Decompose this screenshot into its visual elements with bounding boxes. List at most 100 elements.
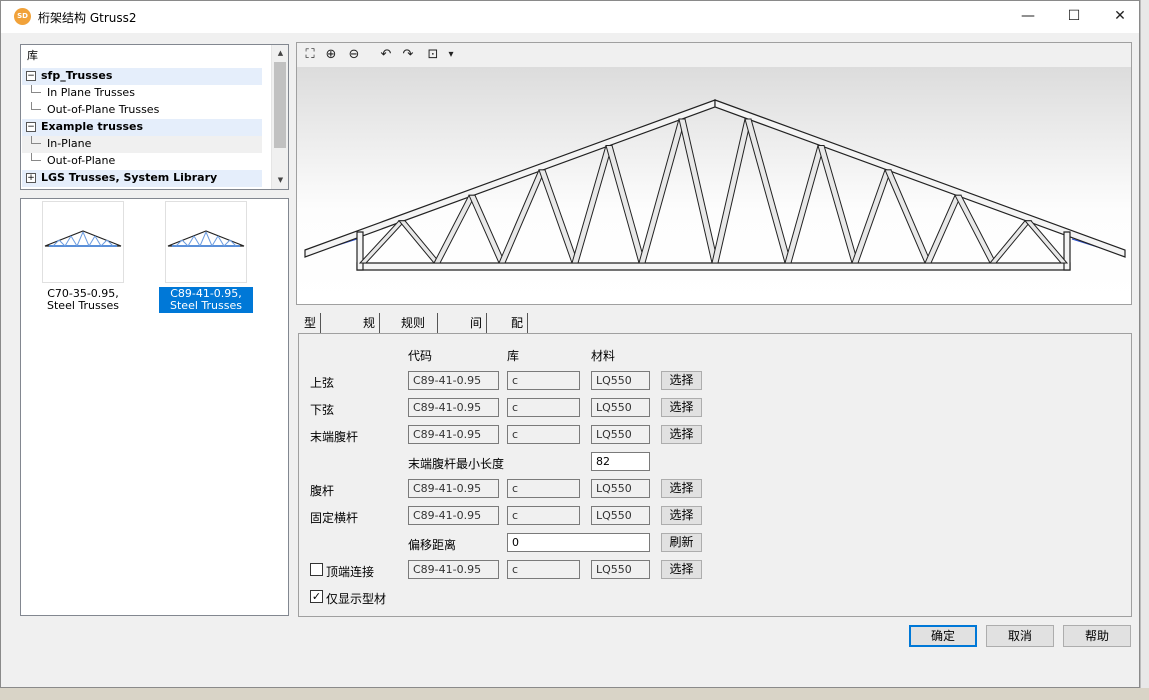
rotate-right-icon[interactable]: ↷	[399, 46, 417, 64]
tab-profile-data[interactable]: 型材数据	[300, 313, 322, 390]
profile-only-label: 仅显示型材	[326, 592, 387, 606]
title-bar: SD 桁架结构 Gtruss2 — ☐ ✕	[1, 1, 1139, 33]
top-chord-material-field[interactable]: LQ550	[591, 371, 650, 390]
ok-button[interactable]: 确定	[909, 625, 977, 647]
scroll-up-icon[interactable]: ▲	[272, 45, 288, 62]
background-app-edge	[1140, 0, 1149, 700]
bottom-chord-code-field[interactable]: C89-41-0.95	[408, 398, 499, 417]
truss-render-canvas[interactable]	[297, 67, 1131, 304]
zoom-extents-icon[interactable]: ⛶	[301, 46, 319, 64]
bottom-chord-label: 下弦	[310, 403, 335, 417]
top-chord-select-button[interactable]: 选择	[661, 371, 702, 390]
offset-label: 偏移距离	[408, 538, 457, 552]
tree-header: 库	[27, 49, 38, 62]
end-web-material-field[interactable]: LQ550	[591, 425, 650, 444]
tree-group-lgs-trusses[interactable]: + LGS Trusses, System Library	[22, 170, 262, 187]
tree-item-in-plane-trusses[interactable]: In Plane Trusses	[22, 85, 135, 102]
bottom-chord-library-field[interactable]: c	[507, 398, 580, 417]
tree-scrollbar[interactable]: ▲ ▼	[271, 45, 288, 189]
tab-rules-2[interactable]: 规则（2）	[397, 313, 438, 350]
truss-viewer[interactable]: ⛶ ⊕ ⊖ ↶ ↷ ⊡ ▾	[296, 42, 1132, 305]
top-connect-label: 顶端连接	[326, 565, 375, 579]
truss-web-member	[851, 169, 892, 264]
truss-web-member	[988, 220, 1033, 264]
thumbnail-label: C70-35-0.95, Steel Trusses	[47, 287, 119, 312]
tree-item-out-of-plane-trusses[interactable]: Out-of-Plane Trusses	[22, 102, 159, 119]
web-select-button[interactable]: 选择	[661, 479, 702, 498]
minimize-button[interactable]: —	[1005, 1, 1051, 33]
tree-item-label: sfp_Trusses	[41, 69, 113, 82]
tree-item-label: Example trusses	[41, 120, 144, 133]
truss-web-member	[397, 220, 442, 264]
top-connect-material-field[interactable]: LQ550	[591, 560, 650, 579]
background-app-edge-bottom	[0, 688, 1149, 700]
truss-web-member	[817, 145, 859, 264]
tree-group-example-trusses[interactable]: − Example trusses	[22, 119, 262, 136]
bottom-chord-select-button[interactable]: 选择	[661, 398, 702, 417]
dropdown-arrow-icon[interactable]: ▾	[442, 46, 460, 64]
tab-accessories[interactable]: 配件	[507, 313, 529, 350]
bottom-chord-material-field[interactable]: LQ550	[591, 398, 650, 417]
cancel-button[interactable]: 取消	[986, 625, 1054, 647]
top-connect-select-button[interactable]: 选择	[661, 560, 702, 579]
zoom-out-icon[interactable]: ⊖	[345, 46, 363, 64]
collapse-icon[interactable]: −	[26, 122, 36, 132]
end-web-library-field[interactable]: c	[507, 425, 580, 444]
rotate-left-icon[interactable]: ↶	[377, 46, 395, 64]
truss-preview-image	[42, 201, 124, 283]
scroll-thumb[interactable]	[274, 62, 286, 148]
offset-input[interactable]: 0	[507, 533, 650, 552]
library-tree[interactable]: 库 − sfp_Trusses In Plane Trusses Out-of-P…	[20, 44, 289, 190]
truss-web-member	[571, 145, 613, 264]
min-length-input[interactable]: 82	[591, 452, 650, 471]
fixed-crossbar-label: 固定横杆	[310, 511, 359, 525]
column-header-code: 代码	[408, 349, 433, 363]
collapse-icon[interactable]: −	[26, 71, 36, 81]
top-connect-library-field[interactable]: c	[507, 560, 580, 579]
expand-icon[interactable]: +	[26, 173, 36, 183]
top-chord-library-field[interactable]: c	[507, 371, 580, 390]
help-button[interactable]: 帮助	[1063, 625, 1131, 647]
view-options-icon[interactable]: ⊡	[424, 46, 442, 64]
truss-web-member	[468, 194, 506, 264]
end-web-code-field[interactable]: C89-41-0.95	[408, 425, 499, 444]
tree-item-in-plane[interactable]: In-Plane	[22, 136, 262, 153]
web-label: 腹杆	[310, 484, 335, 498]
tab-rules[interactable]: 规则	[359, 313, 381, 350]
web-library-field[interactable]: c	[507, 479, 580, 498]
thumbnail-item-selected[interactable]: C89-41-0.95, Steel Trusses	[159, 201, 253, 313]
tree-item-out-of-plane[interactable]: Out-of-Plane	[22, 153, 115, 170]
column-header-material: 材料	[591, 349, 616, 363]
refresh-button[interactable]: 刷新	[661, 533, 702, 552]
top-connect-code-field[interactable]: C89-41-0.95	[408, 560, 499, 579]
column-header-library: 库	[507, 349, 520, 363]
fixed-crossbar-material-field[interactable]: LQ550	[591, 506, 650, 525]
maximize-button[interactable]: ☐	[1051, 1, 1097, 33]
thumbnail-item[interactable]: C70-35-0.95, Steel Trusses	[36, 201, 130, 313]
tree-connector	[31, 85, 41, 93]
fixed-crossbar-library-field[interactable]: c	[507, 506, 580, 525]
tree-connector	[31, 102, 41, 110]
top-connect-checkbox[interactable]	[310, 563, 323, 576]
window-title: 桁架结构 Gtruss2	[38, 11, 137, 25]
app-logo-icon: SD	[14, 8, 31, 25]
web-material-field[interactable]: LQ550	[591, 479, 650, 498]
truss-web-member	[605, 145, 646, 264]
top-chord-code-field[interactable]: C89-41-0.95	[408, 371, 499, 390]
tree-group-sfp-trusses[interactable]: − sfp_Trusses	[22, 68, 262, 85]
truss-web-member	[784, 145, 825, 264]
end-web-select-button[interactable]: 选择	[661, 425, 702, 444]
tree-item-label: LGS Trusses, System Library	[41, 171, 218, 184]
web-code-field[interactable]: C89-41-0.95	[408, 479, 499, 498]
close-button[interactable]: ✕	[1097, 1, 1143, 33]
tree-item-label: In-Plane	[47, 137, 92, 150]
truss-web-member	[538, 169, 579, 264]
scroll-down-icon[interactable]: ▼	[272, 172, 288, 189]
profile-only-checkbox[interactable]: ✓	[310, 590, 323, 603]
profile-data-panel: 代码 库 材料 上弦 C89-41-0.95 c LQ550 选择 下弦 C89…	[298, 333, 1132, 617]
zoom-in-icon[interactable]: ⊕	[322, 46, 340, 64]
truss-web-member	[678, 118, 719, 264]
tab-spacing[interactable]: 间距	[466, 313, 488, 350]
fixed-crossbar-code-field[interactable]: C89-41-0.95	[408, 506, 499, 525]
fixed-crossbar-select-button[interactable]: 选择	[661, 506, 702, 525]
